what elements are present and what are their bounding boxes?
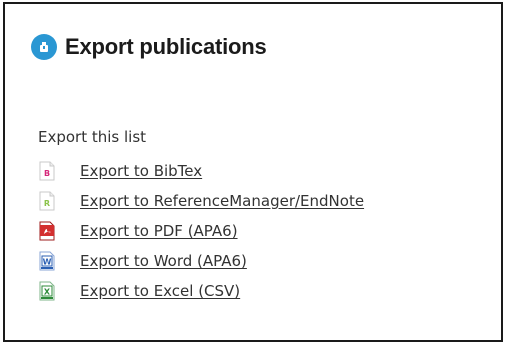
svg-text:R: R: [44, 199, 50, 208]
pdf-file-icon: [36, 220, 58, 242]
export-item-refman: R Export to ReferenceManager/EndNote: [36, 186, 364, 216]
export-word-link[interactable]: Export to Word (APA6): [80, 252, 247, 270]
export-icon: [31, 34, 57, 60]
export-pdf-link[interactable]: Export to PDF (APA6): [80, 222, 238, 240]
export-excel-link[interactable]: Export to Excel (CSV): [80, 282, 240, 300]
excel-file-icon: X: [36, 280, 58, 302]
export-item-excel: X Export to Excel (CSV): [36, 276, 364, 306]
word-file-icon: W: [36, 250, 58, 272]
bibtex-file-icon: B: [36, 160, 58, 182]
export-refman-link[interactable]: Export to ReferenceManager/EndNote: [80, 192, 364, 210]
export-list-label: Export this list: [38, 128, 147, 146]
export-bibtex-link[interactable]: Export to BibTex: [80, 162, 202, 180]
svg-text:X: X: [44, 288, 51, 297]
export-item-bibtex: B Export to BibTex: [36, 156, 364, 186]
svg-text:W: W: [43, 258, 52, 267]
refman-file-icon: R: [36, 190, 58, 212]
export-item-word: W Export to Word (APA6): [36, 246, 364, 276]
export-panel: Export publications Export this list B E…: [3, 2, 503, 342]
panel-header: Export publications: [31, 34, 267, 60]
export-options-list: B Export to BibTex R Export to Reference…: [36, 156, 364, 306]
export-item-pdf: Export to PDF (APA6): [36, 216, 364, 246]
svg-text:B: B: [44, 169, 50, 178]
page-title: Export publications: [65, 34, 267, 59]
